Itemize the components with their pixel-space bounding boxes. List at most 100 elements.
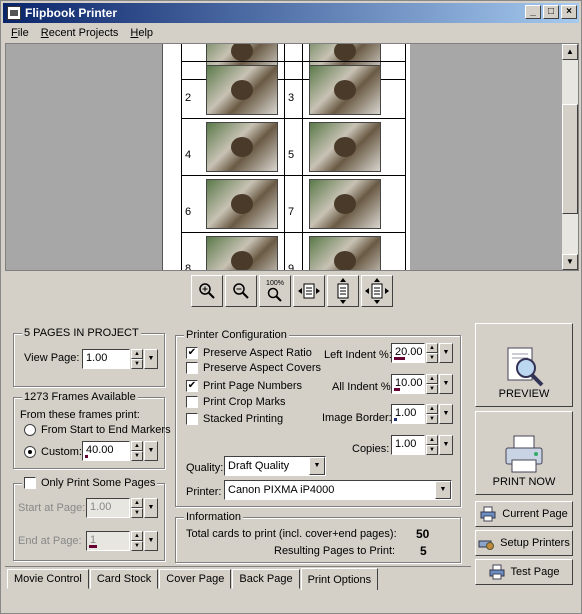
all-indent-field[interactable]: 10.00: [391, 374, 425, 394]
chevron-down-icon[interactable]: ▼: [144, 531, 158, 551]
chevron-down-icon[interactable]: ▼: [439, 404, 453, 424]
chevron-down-icon[interactable]: ▼: [439, 343, 453, 363]
stacked-printing-checkbox[interactable]: Stacked Printing: [186, 413, 283, 425]
spin-arrows[interactable]: ▲ ▼: [131, 441, 143, 461]
preserve-aspect-covers-checkbox[interactable]: Preserve Aspect Covers: [186, 362, 321, 374]
chevron-down-icon[interactable]: ▼: [144, 349, 158, 369]
total-cards-label: Total cards to print (incl. cover+end pa…: [186, 528, 397, 540]
left-indent-field[interactable]: 20.00: [391, 343, 425, 363]
stacked-printing-label: Stacked Printing: [203, 413, 284, 425]
tab-back-page[interactable]: Back Page: [232, 569, 300, 589]
current-page-label: Current Page: [502, 508, 568, 520]
all-indent-spinner[interactable]: 10.00 ▲ ▼ ▼: [391, 374, 453, 394]
maximize-button[interactable]: □: [543, 5, 559, 19]
chevron-down-icon[interactable]: ▼: [144, 498, 158, 518]
checkbox-icon[interactable]: [186, 413, 198, 425]
printer-select[interactable]: Canon PIXMA iP4000 ▼: [224, 480, 452, 500]
title-bar[interactable]: Flipbook Printer _ □ ×: [3, 3, 579, 23]
radio-icon[interactable]: [24, 424, 36, 436]
custom-frames-spinner[interactable]: 40.00 ▲ ▼ ▼: [82, 441, 158, 461]
cell-number: 5: [288, 149, 295, 161]
chevron-down-icon[interactable]: ▼: [439, 435, 453, 455]
zoom-in-icon[interactable]: [191, 275, 223, 307]
minimize-button[interactable]: _: [525, 5, 541, 19]
fit-width-icon[interactable]: [293, 275, 325, 307]
copies-spinner[interactable]: 1.00 ▲ ▼ ▼: [391, 435, 453, 455]
print-crop-marks-checkbox[interactable]: Print Crop Marks: [186, 396, 286, 408]
tab-strip: Movie Control Card Stock Cover Page Back…: [7, 568, 379, 590]
checkbox-icon[interactable]: [186, 362, 198, 374]
tab-card-stock[interactable]: Card Stock: [89, 569, 159, 589]
checkbox-icon[interactable]: [186, 396, 198, 408]
preserve-aspect-ratio-checkbox[interactable]: ✔ Preserve Aspect Ratio: [186, 347, 312, 359]
checkbox-icon[interactable]: [24, 477, 36, 489]
left-indent-spinner[interactable]: 20.00 ▲ ▼ ▼: [391, 343, 453, 363]
menu-recent-projects[interactable]: Recent Projects: [41, 27, 119, 39]
project-group-label: 5 PAGES IN PROJECT: [22, 327, 141, 339]
menu-help[interactable]: Help: [130, 27, 153, 39]
spin-arrows[interactable]: ▲ ▼: [426, 374, 438, 394]
printer-config-label: Printer Configuration: [184, 329, 289, 341]
end-page-field[interactable]: 1: [86, 531, 130, 551]
end-page-level-bar: [89, 545, 97, 548]
spin-arrows[interactable]: ▲ ▼: [426, 404, 438, 424]
checkbox-checked-icon[interactable]: ✔: [186, 380, 198, 392]
spin-arrows[interactable]: ▲ ▼: [426, 435, 438, 455]
start-page-field[interactable]: 1.00: [86, 498, 130, 518]
fit-height-icon[interactable]: [327, 275, 359, 307]
frame-thumbnail: [206, 122, 278, 172]
print-page-numbers-checkbox[interactable]: ✔ Print Page Numbers: [186, 380, 302, 392]
preserve-aspect-ratio-label: Preserve Aspect Ratio: [203, 347, 312, 359]
chevron-down-icon[interactable]: ▼: [309, 457, 325, 475]
chevron-down-icon[interactable]: ▼: [435, 481, 451, 499]
image-border-label: Image Border:: [322, 412, 392, 424]
frame-thumbnail: [309, 122, 381, 172]
tab-print-options[interactable]: Print Options: [300, 568, 379, 590]
radio-selected-icon[interactable]: [24, 446, 36, 458]
custom-frames-field[interactable]: 40.00: [82, 441, 130, 461]
spin-arrows[interactable]: ▲ ▼: [426, 343, 438, 363]
close-button[interactable]: ×: [561, 5, 577, 19]
spin-arrows[interactable]: ▲ ▼: [131, 349, 143, 369]
total-cards-value: 50: [416, 527, 430, 541]
chevron-down-icon[interactable]: ▼: [439, 374, 453, 394]
scroll-up-arrow-icon[interactable]: ▲: [562, 44, 578, 60]
scroll-down-arrow-icon[interactable]: ▼: [562, 254, 578, 270]
view-page-field[interactable]: 1.00: [82, 349, 130, 369]
preview-button[interactable]: PREVIEW: [475, 323, 573, 407]
radio-markers-label: From Start to End Markers: [41, 424, 171, 436]
spin-arrows[interactable]: ▲ ▼: [131, 531, 143, 551]
start-page-spinner[interactable]: 1.00 ▲ ▼ ▼: [86, 498, 158, 518]
view-page-spinner[interactable]: 1.00 ▲ ▼ ▼: [82, 349, 158, 369]
quality-select[interactable]: Draft Quality ▼: [224, 456, 326, 476]
zoom-out-icon[interactable]: [225, 275, 257, 307]
current-page-button[interactable]: Current Page: [475, 501, 573, 527]
only-pages-checkbox[interactable]: Only Print Some Pages: [22, 477, 158, 489]
chevron-down-icon[interactable]: ▼: [144, 441, 158, 461]
tab-cover-page[interactable]: Cover Page: [159, 569, 232, 589]
print-preview-area[interactable]: 2 3 4 5 6 7 8 9 ▲ ▼: [5, 43, 579, 271]
zoom-100-icon[interactable]: 100%: [259, 275, 291, 307]
setup-printers-button[interactable]: Setup Printers: [475, 530, 573, 556]
radio-start-end-markers[interactable]: From Start to End Markers: [24, 424, 171, 436]
tab-movie-control[interactable]: Movie Control: [7, 569, 89, 589]
printer-icon: [505, 435, 543, 473]
test-page-button[interactable]: Test Page: [475, 559, 573, 585]
copies-field[interactable]: 1.00: [391, 435, 425, 455]
frame-thumbnail: [206, 236, 278, 270]
fit-page-icon[interactable]: [361, 275, 393, 307]
zoom-toolbar: 100%: [191, 275, 393, 307]
all-indent-level-bar: [394, 388, 400, 391]
image-border-field[interactable]: 1.00: [391, 404, 425, 424]
end-page-spinner[interactable]: 1 ▲ ▼ ▼: [86, 531, 158, 551]
printer-config-group: Printer Configuration ✔ Preserve Aspect …: [175, 329, 461, 507]
checkbox-checked-icon[interactable]: ✔: [186, 347, 198, 359]
scroll-thumb[interactable]: [562, 104, 578, 214]
spin-arrows[interactable]: ▲ ▼: [131, 498, 143, 518]
preview-scrollbar[interactable]: ▲ ▼: [562, 44, 578, 270]
print-now-button[interactable]: PRINT NOW: [475, 411, 573, 495]
cell-number: 9: [288, 263, 295, 270]
menu-file[interactable]: File: [11, 27, 29, 39]
radio-custom[interactable]: Custom:: [24, 446, 82, 458]
image-border-spinner[interactable]: 1.00 ▲ ▼ ▼: [391, 404, 453, 424]
